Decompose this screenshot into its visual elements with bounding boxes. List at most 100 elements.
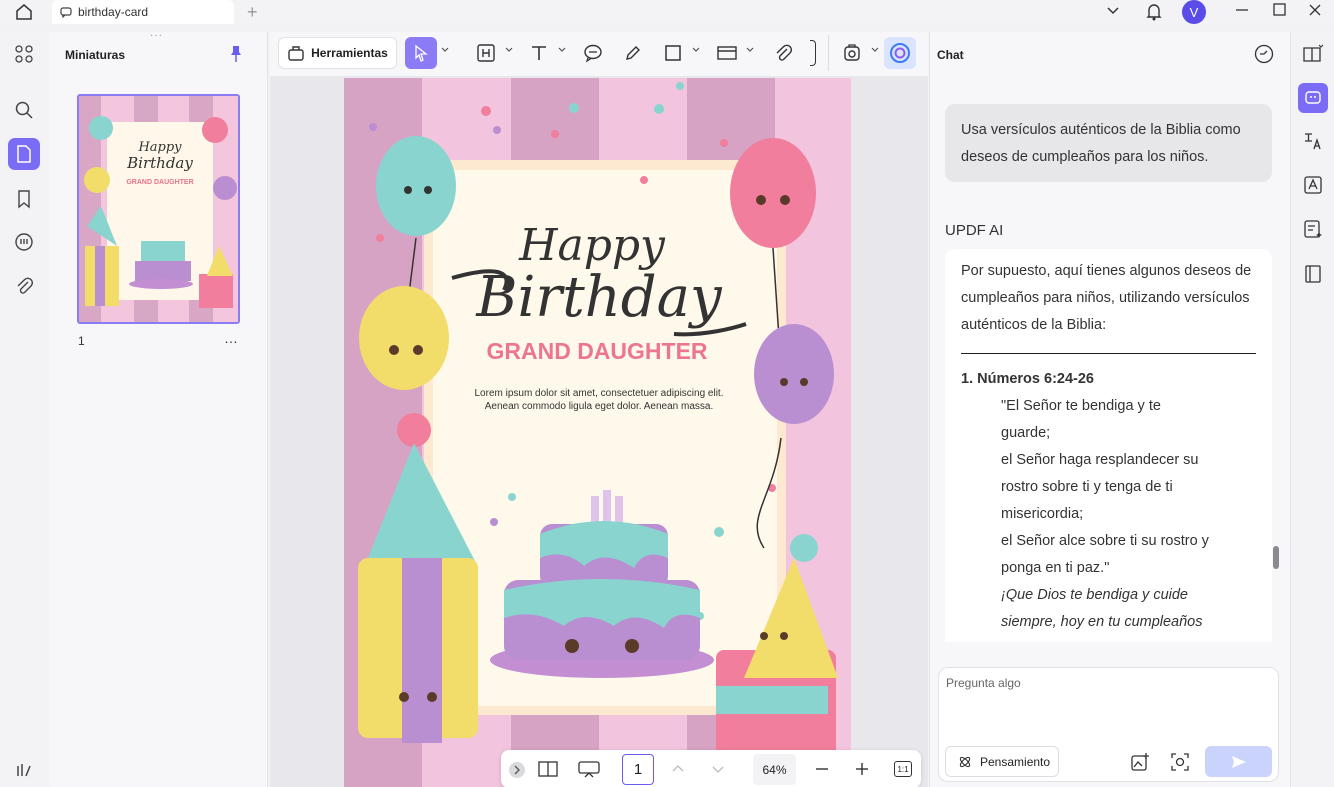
ai-assistant-button[interactable] — [884, 37, 916, 69]
stamp-chevron-icon[interactable] — [746, 47, 754, 53]
document-tab[interactable]: birthday-card — [52, 0, 234, 24]
zoom-level[interactable]: 64% — [753, 754, 796, 785]
thumbnails-icon[interactable] — [8, 138, 40, 170]
verse-line: misericordia; — [1001, 506, 1084, 522]
text-chevron-icon[interactable] — [558, 47, 566, 53]
chevron-down-icon[interactable] — [1106, 5, 1120, 17]
comment-tool-icon[interactable] — [580, 37, 606, 69]
drag-handle[interactable]: ··· — [150, 30, 163, 41]
next-page-icon[interactable] — [711, 765, 725, 775]
atom-icon — [958, 755, 972, 769]
page-thumbnail[interactable]: Happy Birthday GRAND DAUGHTER — [77, 94, 240, 324]
birthday-card-artwork: Happy Birthday GRAND DAUGHTER Lorem ipsu… — [344, 78, 851, 787]
textbox-chevron-icon[interactable] — [505, 47, 513, 53]
ai-label: UPDF AI — [945, 222, 1004, 239]
card-subtitle: GRAND DAUGHTER — [486, 338, 707, 364]
thumbnails-title: Miniaturas — [65, 48, 126, 62]
text-tool-icon[interactable] — [525, 37, 553, 69]
chat-input[interactable]: Pregunta algo — [946, 676, 1021, 690]
svg-text:Happy: Happy — [137, 140, 182, 155]
send-icon — [1231, 755, 1246, 768]
previous-page-icon[interactable] — [671, 763, 685, 773]
history-icon[interactable] — [1254, 44, 1274, 64]
search-icon[interactable] — [8, 94, 40, 126]
thinking-button[interactable]: Pensamiento — [945, 746, 1059, 777]
apps-icon[interactable] — [8, 38, 40, 70]
ocr-chevron-icon[interactable] — [871, 47, 879, 53]
home-icon[interactable] — [14, 3, 34, 21]
ai-icon — [890, 43, 910, 63]
card-lorem-line1: Lorem ipsum dolor sit amet, consectetuer… — [474, 388, 723, 399]
screenshot-icon[interactable] — [1170, 752, 1190, 772]
select-chevron-icon[interactable] — [441, 47, 449, 53]
ai-chat-icon — [1305, 91, 1321, 104]
wish-line: siempre, hoy en tu cumpleaños — [1001, 614, 1203, 630]
stamp-tool-icon[interactable] — [714, 37, 740, 69]
layers-icon[interactable] — [8, 754, 40, 786]
zoom-out-icon[interactable] — [815, 762, 829, 776]
attachment-icon[interactable] — [8, 270, 40, 302]
thinking-label: Pensamiento — [980, 754, 1051, 769]
page-layout-icon[interactable] — [538, 760, 558, 778]
page-number-label: 1 — [78, 334, 85, 348]
toolbar-divider — [828, 35, 829, 71]
ai-divider — [961, 353, 1256, 354]
comment-icon — [60, 6, 72, 18]
ai-message: Por supuesto, aquí tienes algunos deseos… — [945, 249, 1272, 642]
page-more-icon[interactable]: … — [224, 330, 238, 346]
presentation-icon[interactable] — [578, 760, 600, 778]
shape-tool-icon[interactable] — [660, 37, 686, 69]
bell-icon[interactable] — [1145, 2, 1163, 22]
new-tab-icon[interactable]: + — [247, 2, 258, 23]
verse-line: "El Señor te bendiga y te — [1001, 398, 1161, 414]
overflow-tool-icon[interactable] — [810, 40, 816, 66]
zoom-in-icon[interactable] — [855, 762, 869, 776]
tab-title: birthday-card — [78, 5, 149, 19]
chat-title: Chat — [937, 48, 964, 62]
maximize-icon[interactable] — [1272, 3, 1288, 17]
avatar[interactable]: V — [1182, 0, 1206, 24]
ai-chat-rail-button[interactable] — [1298, 83, 1328, 113]
pen-tool-icon[interactable] — [620, 37, 646, 69]
ai-summary-icon[interactable] — [1303, 219, 1323, 239]
birthday-card-page: Happy Birthday GRAND DAUGHTER Lorem ipsu… — [344, 78, 851, 787]
attach-tool-icon[interactable] — [770, 37, 796, 69]
card-happy-text: Happy — [518, 220, 666, 271]
chat-scrollbar[interactable] — [1273, 546, 1279, 569]
collapse-bar-icon[interactable] — [509, 762, 525, 778]
svg-text:GRAND DAUGHTER: GRAND DAUGHTER — [126, 179, 193, 186]
cursor-icon — [415, 44, 428, 62]
reader-mode-icon[interactable] — [1302, 44, 1324, 64]
verse-line: ponga en ti paz." — [1001, 560, 1110, 576]
select-tool-button[interactable] — [405, 37, 437, 69]
verse-line: el Señor alce sobre ti su rostro y — [1001, 533, 1209, 549]
translate-icon[interactable] — [1303, 131, 1323, 151]
svg-text:Birthday: Birthday — [126, 154, 193, 172]
page-number-input[interactable]: 1 — [622, 754, 654, 785]
ocr-tool-icon[interactable] — [838, 37, 866, 69]
bookmark-icon[interactable] — [8, 183, 40, 215]
textbox-tool-icon[interactable] — [472, 37, 500, 69]
image-upload-icon[interactable] — [1130, 752, 1150, 772]
comments-icon[interactable] — [8, 226, 40, 258]
toolbox-icon — [287, 45, 305, 61]
tools-button[interactable]: Herramientas — [278, 37, 397, 69]
wish-line: ¡Que Dios te bendiga y cuide — [1001, 587, 1188, 603]
close-icon[interactable] — [1307, 2, 1323, 18]
ocr-text-icon[interactable] — [1303, 175, 1323, 195]
send-button[interactable] — [1205, 746, 1272, 777]
actual-size-button[interactable]: 1:1 — [894, 761, 912, 777]
pin-icon[interactable] — [229, 45, 243, 63]
card-birthday-text: Birthday — [475, 265, 723, 330]
tools-label: Herramientas — [311, 46, 388, 60]
shape-chevron-icon[interactable] — [692, 47, 700, 53]
user-message: Usa versículos auténticos de la Biblia c… — [945, 104, 1272, 182]
library-icon[interactable] — [1303, 264, 1323, 284]
ai-intro: Por supuesto, aquí tienes algunos deseos… — [961, 263, 1252, 333]
verse-line: guarde; — [1001, 425, 1051, 441]
verse-line: el Señor haga resplandecer su — [1001, 452, 1199, 468]
minimize-icon[interactable] — [1234, 4, 1250, 16]
ai-item-heading: 1. Números 6:24-26 — [961, 371, 1094, 387]
verse-line: rostro sobre ti y tenga de ti — [1001, 479, 1173, 495]
card-lorem-line2: Aenean commodo ligula eget dolor. Aenean… — [485, 401, 714, 412]
